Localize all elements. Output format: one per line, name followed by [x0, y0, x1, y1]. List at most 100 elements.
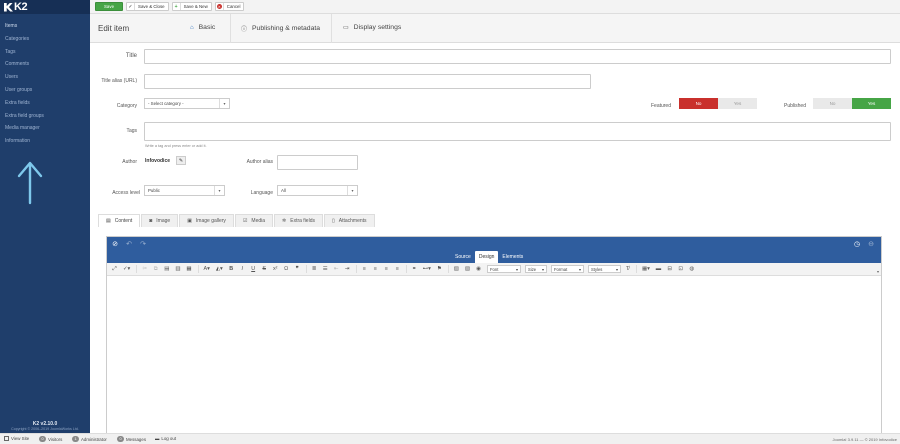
anchor-icon[interactable]: ⚑: [437, 266, 442, 272]
editor-header: ⊘ ↶ ↷ ◷ ⊖ Source Design Elements: [107, 237, 881, 263]
chevron-down-icon: ▾: [219, 99, 229, 108]
paste-word-icon[interactable]: ▦: [186, 266, 191, 272]
align-right-icon[interactable]: ≡: [384, 266, 389, 272]
tab-attachments[interactable]: ▯ Attachments: [323, 214, 375, 227]
sidebar-item-tags[interactable]: Tags: [0, 46, 90, 59]
history-icon[interactable]: ◷: [853, 241, 861, 249]
horizontal-rule-icon[interactable]: ▬: [656, 266, 661, 272]
font-dropdown[interactable]: Font: [486, 265, 521, 273]
sidebar-item-extra-fields[interactable]: Extra fields: [0, 97, 90, 110]
rich-text-editor: ⊘ ↶ ↷ ◷ ⊖ Source Design Elements ⤢ ✓▾ ✂ …: [106, 236, 882, 434]
clear-format-icon[interactable]: T̸: [625, 266, 630, 272]
numbered-list-icon[interactable]: ≣: [312, 266, 317, 272]
tab-display-settings[interactable]: ▭ Display settings: [343, 24, 401, 31]
strikethrough-icon[interactable]: S: [262, 266, 267, 272]
align-justify-icon[interactable]: ≡: [395, 266, 400, 272]
save-close-button[interactable]: ✓ Save & Close: [126, 2, 169, 11]
save-button[interactable]: Save: [95, 2, 124, 11]
bullet-list-icon[interactable]: ☰: [323, 266, 328, 272]
category-select[interactable]: - Select category - ▾: [144, 98, 230, 109]
sidebar-item-categories[interactable]: Categories: [0, 33, 90, 46]
tab-media[interactable]: ☑ Media: [234, 214, 274, 227]
category-select-value: - Select category -: [148, 101, 184, 106]
tab-basic[interactable]: ⌂ Basic: [190, 24, 215, 31]
mode-design[interactable]: Design: [474, 251, 499, 263]
tab-extra-fields[interactable]: ✲ Extra fields: [274, 214, 323, 227]
published-no-option[interactable]: No: [813, 98, 852, 109]
tab-publishing-metadata[interactable]: ⓘ Publishing & metadata: [241, 24, 320, 33]
web-preview-icon[interactable]: ◍: [689, 266, 694, 272]
text-color-icon[interactable]: A▾: [204, 266, 210, 272]
size-dropdown[interactable]: Size: [524, 265, 547, 273]
page-break-icon[interactable]: ⊟: [667, 266, 672, 272]
title-alias-input[interactable]: [144, 74, 591, 89]
k2-logo[interactable]: K2: [0, 0, 90, 14]
indent-icon[interactable]: ⇥: [345, 266, 350, 272]
sidebar-item-information[interactable]: Information: [0, 135, 90, 148]
check-circle-icon[interactable]: ⊘: [111, 241, 119, 249]
messages-indicator[interactable]: 0 Messages: [117, 436, 146, 442]
format-dropdown[interactable]: Format: [550, 265, 584, 273]
admin-count-badge: 1: [72, 436, 79, 442]
quote-icon[interactable]: ❞: [295, 266, 300, 272]
language-select[interactable]: All ▾: [277, 185, 358, 196]
published-yes-option[interactable]: Yes: [852, 98, 891, 109]
editor-content-area[interactable]: [107, 276, 881, 433]
mode-elements[interactable]: Elements: [498, 251, 527, 263]
undo-icon[interactable]: ↶: [125, 241, 133, 249]
italic-icon[interactable]: I: [240, 266, 245, 272]
superscript-icon[interactable]: x²: [273, 266, 278, 272]
featured-yes-option[interactable]: Yes: [718, 98, 757, 109]
mode-source[interactable]: Source: [451, 251, 475, 263]
tab-image-gallery[interactable]: ▣ Image gallery: [179, 214, 234, 227]
cut-icon[interactable]: ✂: [142, 266, 147, 272]
bold-icon[interactable]: B: [229, 266, 234, 272]
sidebar-item-extra-field-groups[interactable]: Extra field groups: [0, 110, 90, 123]
underline-icon[interactable]: U: [251, 266, 256, 272]
styles-dropdown[interactable]: Styles: [587, 265, 621, 273]
link-icon[interactable]: ⚭: [412, 266, 417, 272]
sidebar-item-comments[interactable]: Comments: [0, 58, 90, 71]
published-toggle[interactable]: No Yes: [813, 98, 891, 109]
tab-content[interactable]: ▤ Content: [98, 214, 141, 227]
author-alias-input[interactable]: [277, 155, 358, 170]
administrator-indicator[interactable]: 1 Administrator: [72, 436, 107, 442]
background-color-icon[interactable]: ◭▾: [216, 266, 223, 272]
sidebar-item-items[interactable]: Items: [0, 20, 90, 33]
redo-icon[interactable]: ↷: [139, 241, 147, 249]
paste-text-icon[interactable]: ▥: [175, 266, 180, 272]
align-center-icon[interactable]: ≡: [373, 266, 378, 272]
view-site-link[interactable]: View Site: [4, 436, 29, 441]
sidebar-item-users[interactable]: Users: [0, 71, 90, 84]
featured-no-option[interactable]: No: [679, 98, 718, 109]
featured-toggle[interactable]: No Yes: [679, 98, 757, 109]
visitors-indicator[interactable]: 0 Visitors: [39, 436, 62, 442]
source-code-icon[interactable]: ⊡: [678, 266, 683, 272]
tab-gallery-label: Image gallery: [195, 218, 226, 224]
close-circle-icon[interactable]: ⊖: [867, 241, 875, 249]
chevron-down-icon: ▾: [214, 186, 224, 195]
copy-icon[interactable]: ⧉: [153, 266, 158, 273]
save-new-button[interactable]: + Save & New: [171, 2, 212, 11]
logout-link[interactable]: ▬ Log out: [155, 436, 176, 441]
sidebar-item-user-groups[interactable]: User groups: [0, 84, 90, 97]
tags-input[interactable]: [144, 122, 891, 141]
edit-author-button[interactable]: ✎: [176, 156, 186, 165]
cancel-button[interactable]: ✕ Cancel: [214, 2, 245, 11]
image-icon[interactable]: ▨: [454, 266, 459, 272]
paste-icon[interactable]: ▤: [164, 266, 169, 272]
unlink-icon[interactable]: ⊷▾: [423, 266, 431, 272]
tab-image[interactable]: ◙ Image: [141, 214, 179, 227]
special-char-icon[interactable]: Ω: [284, 266, 289, 272]
title-input[interactable]: [144, 49, 891, 64]
chevron-down-icon[interactable]: ▾: [877, 269, 879, 274]
outdent-icon[interactable]: ⇤: [334, 266, 339, 272]
fullscreen-icon[interactable]: ⤢: [112, 266, 117, 273]
media-insert-icon[interactable]: ▧: [465, 266, 470, 272]
access-level-select[interactable]: Public ▾: [144, 185, 225, 196]
search-replace-icon[interactable]: ◉: [476, 266, 481, 272]
align-left-icon[interactable]: ≡: [362, 266, 367, 272]
spellcheck-icon[interactable]: ✓▾: [123, 266, 130, 272]
sidebar-item-media-manager[interactable]: Media manager: [0, 122, 90, 135]
table-icon[interactable]: ▦▾: [642, 266, 650, 272]
